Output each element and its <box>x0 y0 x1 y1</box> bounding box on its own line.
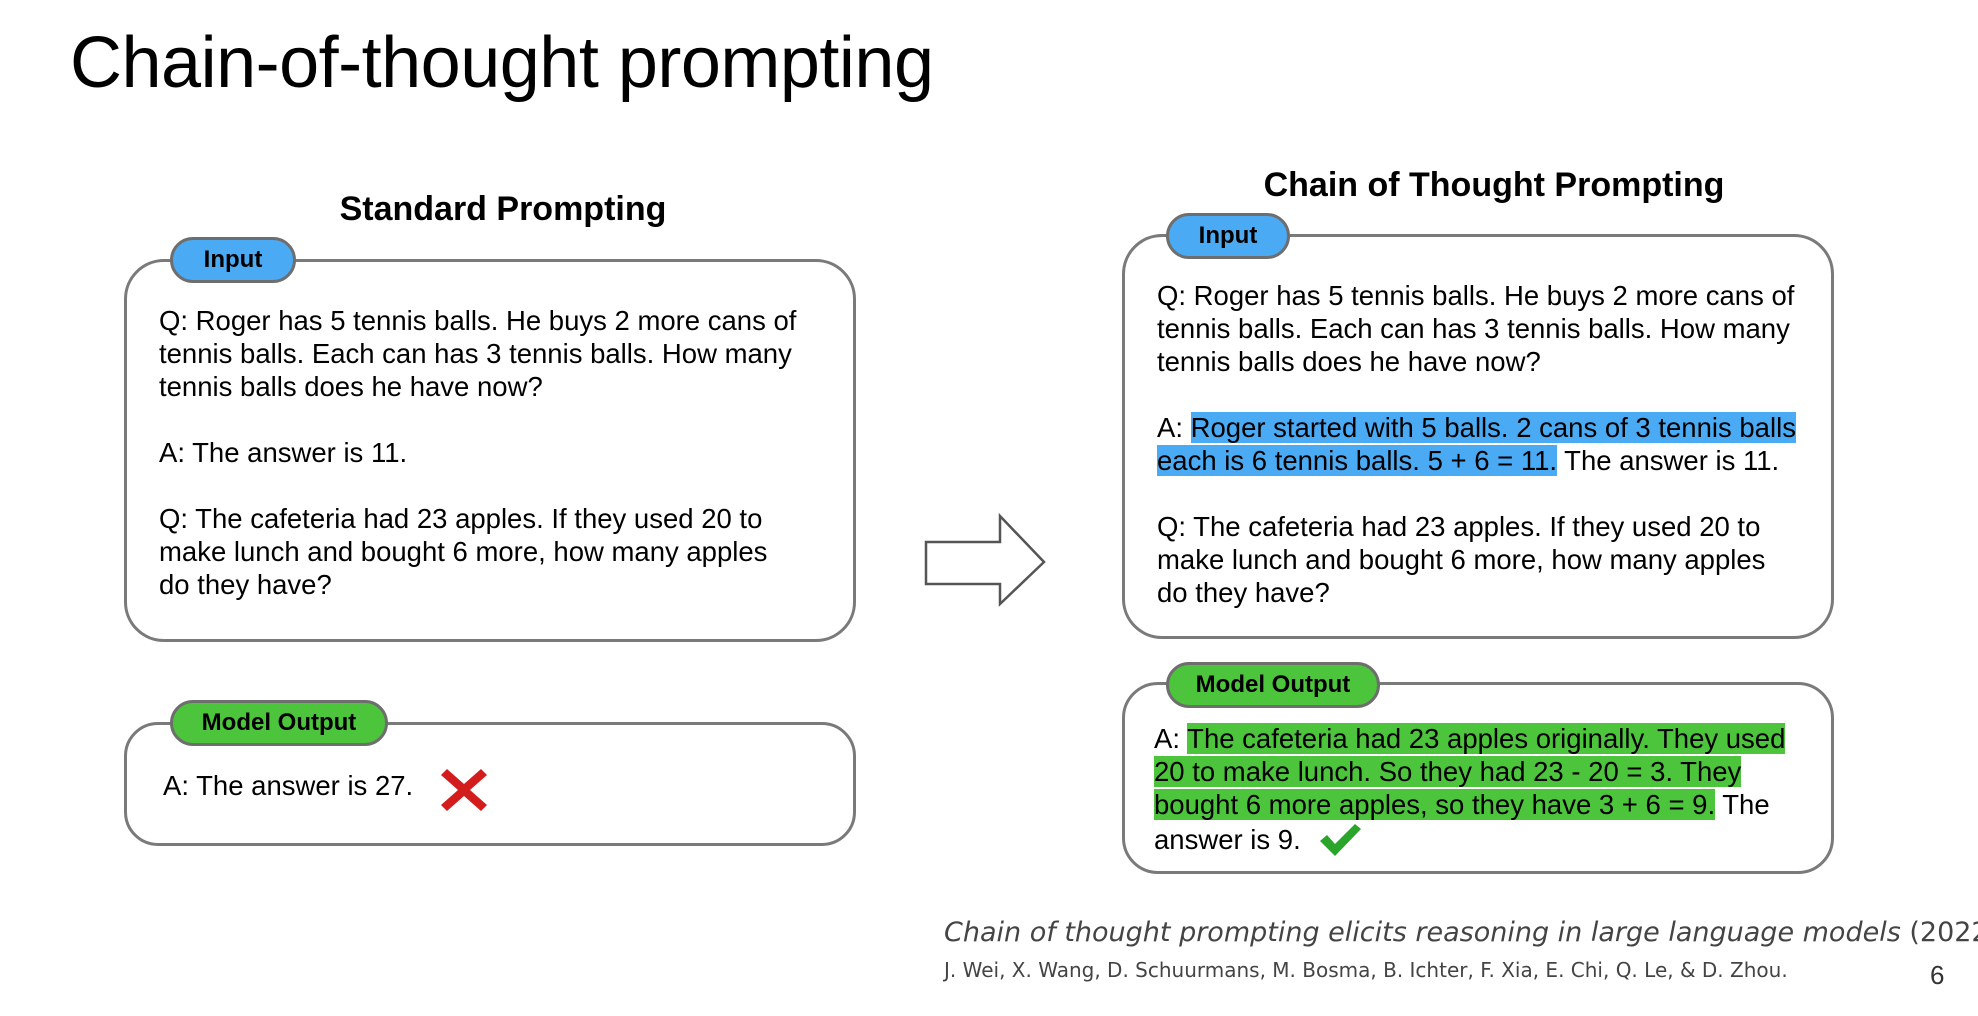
red-x-icon <box>441 769 487 811</box>
cot-output-line-4: answer is 9. <box>1154 821 1785 859</box>
cot-q1-line: Q: Roger has 5 tennis balls. He buys 2 m… <box>1157 280 1795 311</box>
right-arrow-icon <box>924 512 1046 607</box>
cot-a1-line-1: A: Roger started with 5 balls. 2 cans of… <box>1157 411 1796 444</box>
standard-output-label: Model Output <box>170 700 388 746</box>
cot-a1-prefix: A: <box>1157 412 1191 443</box>
standard-a1: A: The answer is 11. <box>159 437 408 468</box>
cot-input-label: Input <box>1166 213 1290 259</box>
cot-a1-line-2: each is 6 tennis balls. 5 + 6 = 11. The … <box>1157 444 1796 477</box>
standard-input-text: Q: Roger has 5 tennis balls. He buys 2 m… <box>159 304 796 601</box>
cot-q2-line: do they have? <box>1157 577 1330 608</box>
cot-output-final-answer: answer is 9. <box>1154 824 1301 855</box>
cot-a1-suffix: The answer is 11. <box>1557 445 1780 476</box>
cot-output-line-3: bought 6 more apples, so they have 3 + 6… <box>1154 788 1785 821</box>
standard-prompting-title: Standard Prompting <box>339 190 667 228</box>
cot-q2-line: make lunch and bought 6 more, how many a… <box>1157 544 1766 575</box>
standard-q2-line: do they have? <box>159 569 332 600</box>
standard-q1-line: Q: Roger has 5 tennis balls. He buys 2 m… <box>159 305 797 336</box>
green-check-icon <box>1320 824 1362 856</box>
cot-output-reasoning-highlight: 20 to make lunch. So they had 23 - 20 = … <box>1154 756 1742 787</box>
cot-output-reasoning-highlight: The cafeteria had 23 apples originally. … <box>1187 723 1786 754</box>
cot-output-prefix: A: <box>1154 723 1188 754</box>
cot-output-line-2: 20 to make lunch. So they had 23 - 20 = … <box>1154 755 1785 788</box>
cot-q2-line: Q: The cafeteria had 23 apples. If they … <box>1157 511 1761 542</box>
cot-q1-line: tennis balls does he have now? <box>1157 346 1541 377</box>
cot-input-box: Q: Roger has 5 tennis balls. He buys 2 m… <box>1122 234 1834 639</box>
cot-prompting-title: Chain of Thought Prompting <box>1263 166 1725 204</box>
cot-output-label: Model Output <box>1166 662 1380 708</box>
cot-input-text: Q: Roger has 5 tennis balls. He buys 2 m… <box>1157 279 1796 609</box>
standard-input-label: Input <box>170 237 296 283</box>
cot-output-reasoning-highlight: bought 6 more apples, so they have 3 + 6… <box>1154 789 1716 820</box>
cot-output-line-1: A: The cafeteria had 23 apples originall… <box>1154 722 1786 755</box>
cot-a1-reasoning-highlight: Roger started with 5 balls. 2 cans of 3 … <box>1190 412 1796 443</box>
standard-q1-line: tennis balls does he have now? <box>159 371 543 402</box>
citation-year: (2022). <box>1909 917 1978 948</box>
standard-q2-line: Q: The cafeteria had 23 apples. If they … <box>159 503 763 534</box>
standard-input-box: Q: Roger has 5 tennis balls. He buys 2 m… <box>124 259 856 642</box>
citation-authors: J. Wei, X. Wang, D. Schuurmans, M. Bosma… <box>944 958 1788 982</box>
page-number: 6 <box>1930 960 1945 990</box>
standard-q1-line: tennis balls. Each can has 3 tennis ball… <box>159 338 792 369</box>
citation-title: Chain of thought prompting elicits reaso… <box>944 917 1978 948</box>
cot-a1-reasoning-highlight: each is 6 tennis balls. 5 + 6 = 11. <box>1157 445 1558 476</box>
cot-output-text: A: The cafeteria had 23 apples originall… <box>1154 722 1786 859</box>
standard-output-answer: A: The answer is 27. <box>163 770 414 801</box>
cot-output-suffix: The <box>1715 789 1770 820</box>
cot-output-box: A: The cafeteria had 23 apples originall… <box>1122 682 1834 874</box>
citation-paper-title: Chain of thought prompting elicits reaso… <box>944 917 1901 948</box>
cot-q1-line: tennis balls. Each can has 3 tennis ball… <box>1157 313 1790 344</box>
standard-q2-line: make lunch and bought 6 more, how many a… <box>159 536 768 567</box>
slide-title: Chain-of-thought prompting <box>70 23 934 103</box>
